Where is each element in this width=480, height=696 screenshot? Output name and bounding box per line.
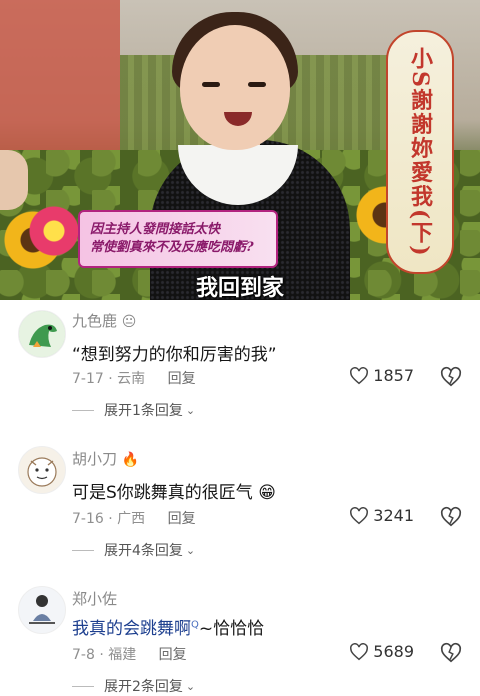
avatar[interactable] <box>18 310 66 358</box>
comment-date-location: 7-8 · 福建 <box>72 647 137 663</box>
meditating-figure-avatar-icon <box>19 587 65 633</box>
comment-meta: 7-16 · 广西 回复 <box>72 508 196 528</box>
heart-outline-icon <box>350 366 369 384</box>
dinosaur-avatar-icon <box>19 311 65 357</box>
like-count: 5689 <box>373 642 414 661</box>
chevron-down-icon: ⌄ <box>185 403 196 417</box>
divider-line <box>72 685 94 687</box>
comment-item: 九色鹿 😐 “想到努力的你和厉害的我” 7-17 · 云南 回复 1857 展开… <box>0 300 480 430</box>
host-face <box>180 25 290 150</box>
heart-outline-icon <box>350 506 369 524</box>
divider-line <box>72 409 94 411</box>
like-button[interactable]: 3241 <box>349 506 414 525</box>
host-eye <box>248 82 266 87</box>
host-eye <box>202 82 220 87</box>
like-count: 3241 <box>373 506 414 525</box>
heart-outline-icon <box>350 642 369 660</box>
video-subtitle: 我回到家 <box>195 276 284 300</box>
comment-meta: 7-17 · 云南 回复 <box>72 368 196 388</box>
chevron-down-icon: ⌄ <box>185 679 196 693</box>
search-link-icon[interactable]: Q <box>191 619 199 630</box>
show-logo-icon <box>28 205 80 257</box>
comment-content[interactable]: 我真的会跳舞啊Q~恰恰恰 <box>72 614 264 639</box>
like-button[interactable]: 5689 <box>349 642 414 661</box>
comment-item: 郑小佐 我真的会跳舞啊Q~恰恰恰 7-8 · 福建 回复 5689 展开2条回复… <box>0 580 480 696</box>
caption-banner: 因主持人發問接話太快 常使劉真來不及反應吃悶虧? <box>78 210 278 268</box>
divider-line <box>72 549 94 551</box>
expand-replies-label: 展开1条回复 <box>104 403 183 419</box>
like-button[interactable]: 1857 <box>349 366 414 385</box>
comment-content[interactable]: 可是S你跳舞真的很匠气 😁 <box>72 478 276 503</box>
avatar[interactable] <box>18 586 66 634</box>
banner-line-2: 常使劉真來不及反應吃悶虧? <box>90 240 254 255</box>
expand-replies-button[interactable]: 展开4条回复 ⌄ <box>72 540 195 560</box>
expand-replies-button[interactable]: 展开1条回复 ⌄ <box>72 400 195 420</box>
like-count: 1857 <box>373 366 414 385</box>
grinning-face-icon: 😁 <box>258 483 276 503</box>
comment-meta: 7-8 · 福建 回复 <box>72 644 187 664</box>
broken-heart-icon[interactable] <box>440 642 462 664</box>
comment-username[interactable]: 郑小佐 <box>72 588 117 609</box>
avatar[interactable] <box>18 446 66 494</box>
comment-content[interactable]: “想到努力的你和厉害的我” <box>72 340 277 365</box>
user-badge-icon: 😐 <box>121 314 137 330</box>
comment-date-location: 7-16 · 广西 <box>72 511 146 527</box>
broken-heart-icon[interactable] <box>440 506 462 528</box>
expand-replies-label: 展开4条回复 <box>104 543 183 559</box>
comment-username[interactable]: 胡小刀 🔥 <box>72 448 139 469</box>
comment-item: 胡小刀 🔥 可是S你跳舞真的很匠气 😁 7-16 · 广西 回复 3241 展开… <box>0 440 480 570</box>
video-frame[interactable]: 因主持人發問接話太快 常使劉真來不及反應吃悶虧? 小S謝謝妳愛我(下) 我回到家 <box>0 0 480 300</box>
guest-shoulder <box>0 150 28 210</box>
fire-badge-icon: 🔥 <box>121 452 140 468</box>
episode-title-scroll: 小S謝謝妳愛我(下) <box>386 30 454 274</box>
expand-replies-button[interactable]: 展开2条回复 ⌄ <box>72 676 195 696</box>
banner-line-1: 因主持人發問接話太快 <box>90 222 221 237</box>
comment-username[interactable]: 九色鹿 😐 <box>72 310 136 331</box>
chevron-down-icon: ⌄ <box>185 543 196 557</box>
expand-replies-label: 展开2条回复 <box>104 679 183 695</box>
reply-button[interactable]: 回复 <box>168 371 196 387</box>
reply-button[interactable]: 回复 <box>168 511 196 527</box>
comment-date-location: 7-17 · 云南 <box>72 371 146 387</box>
broken-heart-icon[interactable] <box>440 366 462 388</box>
episode-title: 小S謝謝妳愛我(下) <box>407 46 433 258</box>
reply-button[interactable]: 回复 <box>159 647 187 663</box>
cartoon-face-avatar-icon <box>19 447 65 493</box>
